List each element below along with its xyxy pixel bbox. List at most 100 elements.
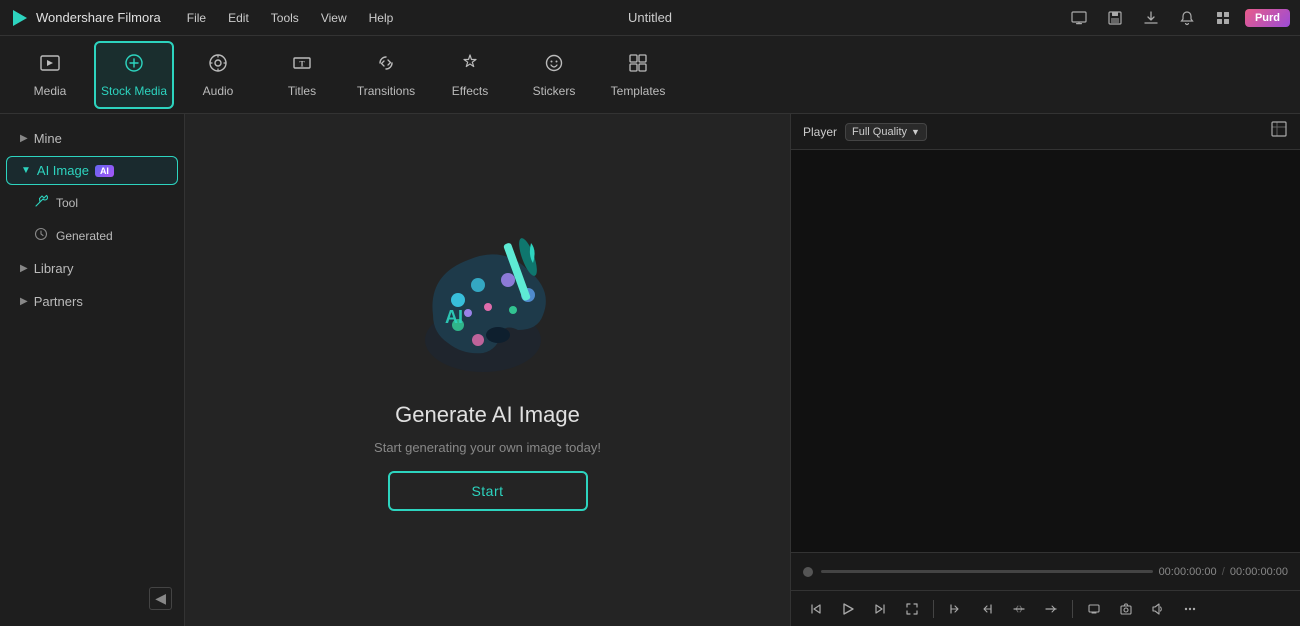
menu-tools[interactable]: Tools [261,7,309,29]
player-label: Player [803,125,837,139]
tab-titles-label: Titles [288,84,316,98]
title-bar-right: Purd [1065,4,1290,32]
titles-icon: T [291,52,313,80]
progress-track[interactable] [821,570,1153,573]
menu-file[interactable]: File [177,7,216,29]
notification-icon[interactable] [1173,4,1201,32]
collapse-icon[interactable]: ◀ [149,587,172,610]
generate-subtitle: Start generating your own image today! [374,440,601,455]
app-logo: Wondershare Filmora [10,8,161,28]
sidebar-ai-image-label: AI Image [37,163,89,178]
sidebar-generated-label: Generated [56,229,113,243]
upgrade-button[interactable]: Purd [1245,9,1290,27]
save-icon[interactable] [1101,4,1129,32]
media-icon [39,52,61,80]
chevron-down-icon: ▼ [21,165,31,176]
content-area: AI Generate AI Image Start generating yo… [185,114,790,626]
tab-effects-label: Effects [452,84,488,98]
mark-in-button[interactable] [942,596,968,622]
player-bar: Player Full Quality ▼ [791,114,1300,150]
sidebar-item-ai-image[interactable]: ▼ AI Image AI [6,156,178,185]
filmora-logo-icon [10,8,30,28]
snapshot-button[interactable] [1113,596,1139,622]
progress-bar-container[interactable] [803,567,1153,577]
sidebar-item-partners[interactable]: ▶ Partners [6,286,178,317]
sidebar-mine-label: Mine [34,131,62,146]
tab-bar: Media Stock Media Audio T Titles Transit… [0,36,1300,114]
progress-dot [803,567,813,577]
right-panel: Player Full Quality ▼ 00:00:00:00 / 00:0… [790,114,1300,626]
tab-stock-media-label: Stock Media [101,84,167,98]
tab-transitions-label: Transitions [357,84,415,98]
grid-icon[interactable] [1209,4,1237,32]
chevron-right-icon: ▶ [20,133,28,144]
menu-help[interactable]: Help [359,7,404,29]
app-name: Wondershare Filmora [36,10,161,25]
palette-svg: AI [413,235,563,385]
chevron-right-icon-3: ▶ [20,296,28,307]
menu-view[interactable]: View [311,7,357,29]
main-area: ▶ Mine ▼ AI Image AI Tool Generated ▶ Li… [0,114,1300,626]
start-button[interactable]: Start [388,471,588,511]
menu-edit[interactable]: Edit [218,7,259,29]
tab-stickers[interactable]: Stickers [514,41,594,109]
svg-text:T: T [299,59,305,68]
bottom-controls [791,590,1300,626]
skip-forward-button[interactable] [867,596,893,622]
tab-media-label: Media [34,84,67,98]
quality-select[interactable]: Full Quality ▼ [845,123,927,141]
tab-stickers-label: Stickers [533,84,576,98]
ai-badge: AI [95,165,114,177]
tab-audio[interactable]: Audio [178,41,258,109]
stock-media-icon [123,52,145,80]
tab-stock-media[interactable]: Stock Media [94,41,174,109]
tab-titles[interactable]: T Titles [262,41,342,109]
tab-audio-label: Audio [203,84,234,98]
effects-icon [459,52,481,80]
time-current: 00:00:00:00 / 00:00:00:00 [1159,566,1288,578]
more-options-button[interactable] [1177,596,1203,622]
player-viewport [791,150,1300,552]
player-view-icon[interactable] [1270,120,1288,143]
quality-value: Full Quality [852,126,907,138]
generated-icon [34,227,48,244]
tab-media[interactable]: Media [10,41,90,109]
tab-transitions[interactable]: Transitions [346,41,426,109]
mark-out-button[interactable] [974,596,1000,622]
generate-title: Generate AI Image [395,402,580,428]
ai-image-illustration: AI [408,230,568,390]
download-icon[interactable] [1137,4,1165,32]
volume-button[interactable] [1145,596,1171,622]
tool-icon [34,194,48,211]
control-separator-1 [933,600,934,618]
quality-chevron-icon: ▼ [911,127,920,137]
sidebar-item-mine[interactable]: ▶ Mine [6,123,178,154]
transitions-icon [375,52,397,80]
project-title: Untitled [628,10,672,25]
menu-bar: File Edit Tools View Help [177,7,1065,29]
control-separator-2 [1072,600,1073,618]
tab-effects[interactable]: Effects [430,41,510,109]
sidebar-sub-tool[interactable]: Tool [6,187,178,218]
stickers-icon [543,52,565,80]
screen-mirror-button[interactable] [1081,596,1107,622]
tab-templates[interactable]: Templates [598,41,678,109]
sidebar-collapse-button[interactable]: ◀ [0,579,184,618]
audio-icon [207,52,229,80]
title-bar: Wondershare Filmora File Edit Tools View… [0,0,1300,36]
fullscreen-button[interactable] [899,596,925,622]
sidebar-item-library[interactable]: ▶ Library [6,253,178,284]
sidebar: ▶ Mine ▼ AI Image AI Tool Generated ▶ Li… [0,114,185,626]
templates-icon [627,52,649,80]
trim-button[interactable] [1006,596,1032,622]
svg-text:AI: AI [445,307,463,327]
skip-back-button[interactable] [803,596,829,622]
chevron-right-icon-2: ▶ [20,263,28,274]
sidebar-sub-generated[interactable]: Generated [6,220,178,251]
monitor-icon[interactable] [1065,4,1093,32]
play-button[interactable] [835,596,861,622]
player-progress-row: 00:00:00:00 / 00:00:00:00 [791,552,1300,590]
trim-arrow-button[interactable] [1038,596,1064,622]
tab-templates-label: Templates [611,84,666,98]
sidebar-tool-label: Tool [56,196,78,210]
